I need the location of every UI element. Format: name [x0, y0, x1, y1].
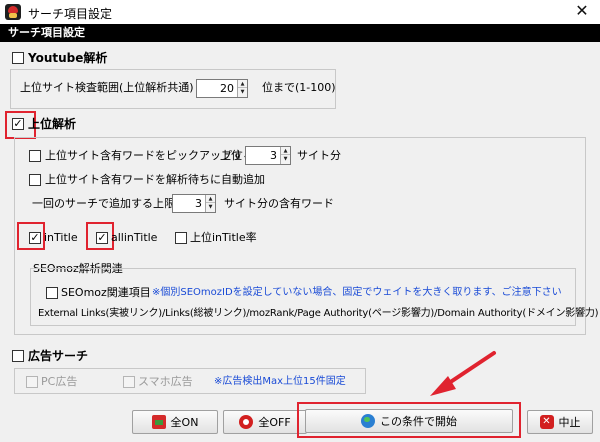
- pickup-value: 3: [270, 149, 277, 162]
- stop-label: 中止: [558, 416, 581, 429]
- close-icon[interactable]: ✕: [572, 2, 592, 20]
- start-button[interactable]: この条件で開始: [305, 409, 513, 433]
- all-off-button[interactable]: 全OFF: [223, 410, 307, 434]
- arrow-shaft: [444, 351, 496, 387]
- spin-down-icon[interactable]: ▼: [206, 203, 215, 211]
- spin-up-icon[interactable]: ▲: [238, 80, 247, 88]
- spin-up-icon[interactable]: ▲: [206, 195, 215, 203]
- pickup-checkbox[interactable]: [29, 150, 41, 162]
- arrow-head: [430, 376, 456, 396]
- autoadd-label: 上位サイト含有ワードを解析待ちに自動追加: [45, 173, 265, 186]
- pc-ads-checkbox[interactable]: [26, 376, 38, 388]
- limit-suffix: サイト分の含有ワード: [224, 197, 334, 210]
- seomoz-checkbox[interactable]: [46, 287, 58, 299]
- smartphone-ads-checkbox[interactable]: [123, 376, 135, 388]
- window-title: サーチ項目設定: [28, 7, 113, 21]
- range-spin-buttons[interactable]: ▲ ▼: [237, 80, 247, 97]
- limit-spinner[interactable]: 3 ▲ ▼: [172, 194, 216, 213]
- intitle-rate-checkbox[interactable]: [175, 232, 187, 244]
- ads-checkbox[interactable]: [12, 350, 24, 362]
- spin-down-icon[interactable]: ▼: [281, 155, 290, 163]
- seomoz-item-label: SEOmoz関連項目: [61, 286, 151, 299]
- top-analysis-label: 上位解析: [28, 117, 77, 131]
- stop-icon: ✕: [539, 415, 554, 429]
- intitle-checkbox[interactable]: ✓: [29, 232, 41, 244]
- pickup-prefix: 上位: [220, 149, 242, 162]
- range-label: 上位サイト検査範囲(上位解析共通): [20, 81, 194, 94]
- youtube-label: Youtube解析: [28, 51, 108, 65]
- allintitle-checkbox[interactable]: ✓: [96, 232, 108, 244]
- all-off-label: 全OFF: [258, 416, 291, 429]
- start-label: この条件で開始: [380, 415, 457, 428]
- limit-label: 一回のサーチで追加する上限: [32, 197, 175, 210]
- intitle-label: inTitle: [44, 231, 78, 244]
- smartphone-ads-label: スマホ広告: [138, 375, 193, 388]
- ads-label: 広告サーチ: [28, 349, 89, 363]
- spin-down-icon[interactable]: ▼: [238, 88, 247, 96]
- globe-icon: [361, 414, 375, 428]
- intitle-rate-label: 上位inTitle率: [190, 231, 257, 244]
- app-icon: [5, 4, 21, 20]
- range-spinner[interactable]: 20 ▲ ▼: [196, 79, 248, 98]
- spin-up-icon[interactable]: ▲: [281, 147, 290, 155]
- pickup-spinner[interactable]: 3 ▲ ▼: [245, 146, 291, 165]
- seomoz-note: ※個別SEOmozIDを設定していない場合、固定でウェイトを大きく取ります、ご注…: [152, 287, 562, 298]
- range-value: 20: [220, 82, 234, 95]
- range-suffix: 位まで(1-100): [262, 81, 336, 94]
- limit-value: 3: [195, 197, 202, 210]
- allintitle-label: allinTitle: [111, 231, 158, 244]
- section-header: サーチ項目設定: [0, 24, 600, 42]
- all-on-label: 全ON: [170, 416, 199, 429]
- stop-button[interactable]: ✕ 中止: [527, 410, 593, 434]
- limit-spin-buttons[interactable]: ▲ ▼: [205, 195, 215, 212]
- top-analysis-checkbox[interactable]: ✓: [12, 118, 24, 130]
- pickup-suffix: サイト分: [297, 149, 341, 162]
- all-off-icon: [239, 415, 254, 429]
- all-on-icon: [151, 415, 166, 429]
- pc-ads-label: PC広告: [41, 375, 78, 388]
- ads-note: ※広告検出Max上位15件固定: [214, 376, 346, 387]
- all-on-button[interactable]: 全ON: [132, 410, 218, 434]
- pickup-spin-buttons[interactable]: ▲ ▼: [280, 147, 290, 164]
- autoadd-checkbox[interactable]: [29, 174, 41, 186]
- youtube-checkbox[interactable]: [12, 52, 24, 64]
- seomoz-links-text: External Links(実被リンク)/Links(総被リンク)/mozRa…: [38, 308, 599, 319]
